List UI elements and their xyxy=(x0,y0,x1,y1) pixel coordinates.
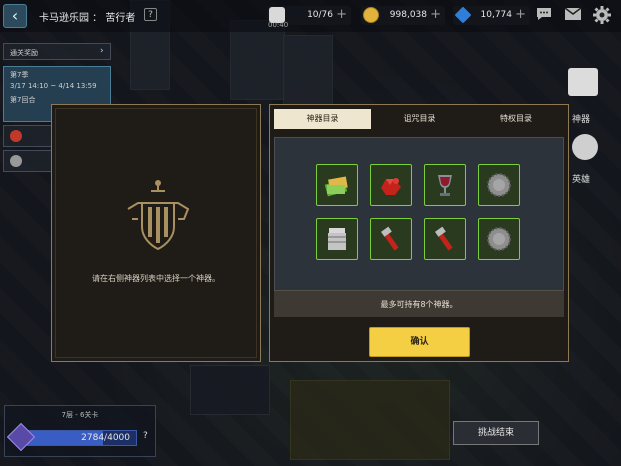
artifact-slot-5[interactable] xyxy=(316,218,358,260)
help-button[interactable]: ? xyxy=(144,8,157,21)
artifact-catalog-panel: 神器目录 诅咒目录 特权目录 最多可持有8个神器。 确认 xyxy=(269,104,569,362)
artifact-slot-7[interactable] xyxy=(424,218,466,260)
gem-counter: 10,774 + xyxy=(453,6,530,25)
back-arrow-icon[interactable]: ‹ xyxy=(3,4,27,28)
artifact-select-modal: 请在右侧神器列表中选择一个神器。 神器目录 诅咒目录 特权目录 最多可持有8个神… xyxy=(51,104,569,362)
goblet-icon xyxy=(438,175,452,196)
gold-plus-button[interactable]: + xyxy=(430,7,441,22)
chevron-right-icon: › xyxy=(100,46,104,56)
clear-reward-label: 通关奖励 xyxy=(10,49,38,57)
round-label: 第7回合 xyxy=(10,96,36,104)
tab-privilege-catalog[interactable]: 特权目录 xyxy=(468,109,564,129)
artifact-slot-3[interactable] xyxy=(424,164,466,206)
selected-artifact-panel: 请在右侧神器列表中选择一个神器。 xyxy=(51,104,261,362)
grey-orb-icon xyxy=(10,155,22,167)
artifact-bag-icon[interactable] xyxy=(568,68,598,96)
chat-icon[interactable] xyxy=(534,6,554,26)
pipe-wrench-icon xyxy=(435,226,453,251)
red-gem-pile-icon xyxy=(381,178,401,195)
stamina-timer: 00:40 xyxy=(268,21,289,29)
stage-title: 卡马逊乐园 ： 苦行者 xyxy=(39,13,136,24)
mail-icon[interactable] xyxy=(563,6,583,26)
gem-plus-button[interactable]: + xyxy=(515,7,526,22)
season-date-range: 3/17 14:10 ~ 4/14 13:59 xyxy=(10,82,97,90)
hero-icon[interactable] xyxy=(572,134,598,160)
floor-help-button[interactable]: ? xyxy=(143,431,148,441)
artifact-slot-6[interactable] xyxy=(370,218,412,260)
settings-icon[interactable] xyxy=(592,6,612,26)
artifact-sidebar-label: 神器 xyxy=(572,115,591,125)
floor-label: 7层 - 6关卡 xyxy=(61,411,99,419)
season-label: 第7季 xyxy=(10,71,29,79)
tab-curse-catalog[interactable]: 诅咒目录 xyxy=(371,109,468,129)
catalog-tabs: 神器目录 诅咒目录 特权目录 xyxy=(274,109,564,129)
tab-artifact-catalog[interactable]: 神器目录 xyxy=(274,109,371,129)
floor-progress-text: 2784/4000 xyxy=(81,433,130,443)
artifact-slot-1[interactable] xyxy=(316,164,358,206)
cash-bundle-icon xyxy=(324,176,348,197)
floor-crest-icon xyxy=(6,422,36,452)
artifact-slot-4[interactable] xyxy=(478,164,520,206)
silver-jar-icon xyxy=(328,228,346,250)
hero-sidebar-label: 英雄 xyxy=(572,175,591,185)
pipe-wrench-icon xyxy=(381,226,399,251)
gem-value: 10,774 xyxy=(480,10,513,20)
confirm-button[interactable]: 确认 xyxy=(369,327,470,357)
capacity-bar: 最多可持有8个神器。 xyxy=(274,290,564,317)
end-challenge-button[interactable]: 挑战结束 xyxy=(453,421,539,445)
artifact-slot-8[interactable] xyxy=(478,218,520,260)
stamina-value: 10/76 xyxy=(307,10,333,20)
gold-value: 998,038 xyxy=(389,10,427,20)
gold-coin-icon xyxy=(363,7,379,23)
stone-coin-icon xyxy=(487,173,511,197)
capacity-text: 最多可持有8个神器。 xyxy=(380,300,458,309)
sword-shield-emblem-icon xyxy=(127,180,190,251)
artifact-slot-2[interactable] xyxy=(370,164,412,206)
gold-counter: 998,038 + xyxy=(361,6,445,25)
stamina-plus-button[interactable]: + xyxy=(336,7,347,22)
floor-progress-bar: 2784/4000 xyxy=(27,430,137,446)
top-bar: ‹ 卡马逊乐园 ： 苦行者 ? 10/76 + 00:40 998,038 + … xyxy=(0,0,621,32)
gem-icon xyxy=(454,6,472,24)
floor-progress-panel: 7层 - 6关卡 2784/4000 ? xyxy=(4,405,156,457)
clear-reward-panel[interactable]: 通关奖励 › xyxy=(3,43,111,60)
stone-coin-icon xyxy=(487,227,511,251)
select-artifact-hint: 请在右侧神器列表中选择一个神器。 xyxy=(92,274,220,283)
red-orb-icon xyxy=(10,130,22,142)
